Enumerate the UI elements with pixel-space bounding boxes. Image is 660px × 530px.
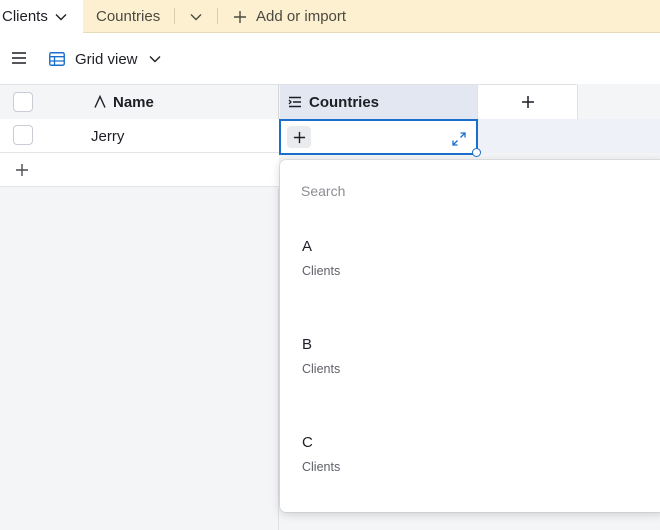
chevron-down-icon[interactable] bbox=[55, 13, 67, 21]
divider bbox=[217, 8, 218, 24]
tab-countries-label: Countries bbox=[96, 8, 161, 25]
app-page: Clients Countries Add or import Grid vie… bbox=[0, 0, 660, 530]
tab-countries[interactable]: Countries bbox=[96, 0, 160, 33]
add-linked-record-button[interactable] bbox=[287, 126, 311, 148]
record-option[interactable]: C Clients bbox=[280, 434, 660, 524]
table-tab-bar: Clients Countries Add or import bbox=[0, 0, 660, 33]
cell-countries[interactable] bbox=[279, 119, 478, 155]
record-option-table: Clients bbox=[302, 460, 341, 474]
tab-clients-label: Clients bbox=[2, 8, 48, 25]
plus-icon bbox=[521, 95, 535, 109]
record-option-title: C bbox=[302, 434, 313, 451]
grid-header: Name Countries bbox=[0, 84, 578, 119]
record-option-title: A bbox=[302, 238, 313, 255]
text-field-icon bbox=[93, 95, 107, 109]
more-tables-button[interactable] bbox=[186, 0, 206, 33]
column-header-name-label: Name bbox=[113, 93, 154, 111]
linked-record-picker: A Clients B Clients C Clients bbox=[280, 160, 660, 512]
add-or-import-button[interactable]: Add or import bbox=[233, 0, 346, 33]
row-empty-area bbox=[478, 119, 660, 153]
record-option[interactable]: B Clients bbox=[280, 336, 660, 426]
view-switcher[interactable]: Grid view bbox=[49, 46, 161, 72]
search-input[interactable] bbox=[301, 180, 641, 202]
row-checkbox[interactable] bbox=[13, 125, 33, 145]
chevron-down-icon bbox=[149, 55, 161, 63]
column-header-name[interactable]: Name bbox=[84, 85, 279, 119]
record-option-table: Clients bbox=[302, 264, 341, 278]
record-option[interactable]: A Clients bbox=[280, 238, 660, 328]
select-all-cell bbox=[0, 85, 84, 119]
select-all-checkbox[interactable] bbox=[13, 92, 33, 112]
cell-fill-handle[interactable] bbox=[472, 148, 481, 157]
table-row[interactable]: Jerry bbox=[0, 119, 660, 155]
view-name: Grid view bbox=[75, 50, 138, 68]
plus-icon bbox=[293, 131, 306, 144]
plus-icon bbox=[233, 10, 247, 24]
divider bbox=[174, 8, 175, 24]
hamburger-menu-icon[interactable] bbox=[11, 51, 27, 65]
linked-record-icon bbox=[288, 95, 302, 109]
grid-icon bbox=[49, 52, 65, 66]
grid-empty-area bbox=[0, 188, 279, 530]
add-field-button[interactable] bbox=[477, 85, 578, 119]
record-option-title: B bbox=[302, 336, 313, 353]
cell-name[interactable]: Jerry bbox=[91, 119, 124, 153]
chevron-down-icon bbox=[190, 13, 202, 21]
view-bar: Grid view bbox=[0, 33, 660, 84]
add-row-button[interactable] bbox=[0, 153, 279, 187]
column-header-countries-label: Countries bbox=[309, 93, 380, 111]
row-cells: Jerry bbox=[0, 119, 279, 153]
tab-clients[interactable]: Clients bbox=[0, 0, 83, 33]
column-header-countries[interactable]: Countries bbox=[280, 85, 477, 119]
plus-icon bbox=[15, 163, 29, 177]
add-or-import-label: Add or import bbox=[256, 8, 347, 25]
expand-icon[interactable] bbox=[452, 132, 466, 146]
record-option-table: Clients bbox=[302, 362, 341, 376]
